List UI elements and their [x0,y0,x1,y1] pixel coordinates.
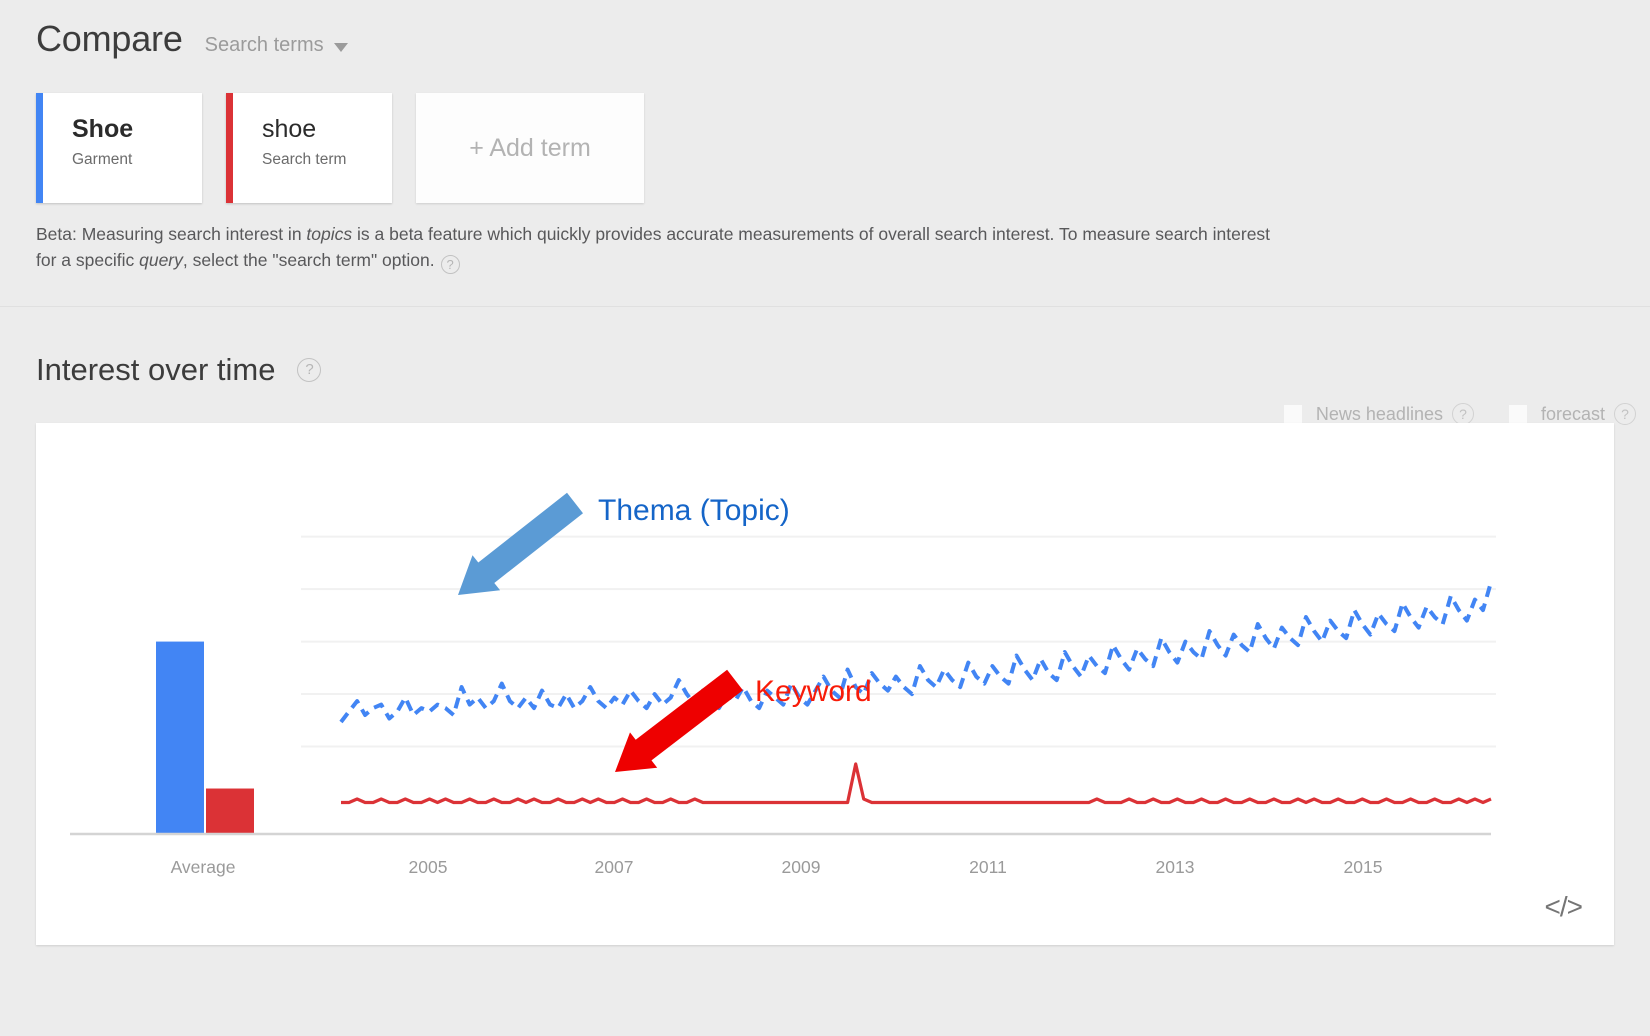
page-title: Compare [36,18,183,60]
help-icon[interactable]: ? [441,255,460,274]
checkbox-box[interactable] [1508,404,1528,424]
terms-row: Shoe Garment shoe Search term + Add term [36,93,644,203]
term-color-stripe-red [226,93,233,203]
term-name: Shoe [72,115,202,144]
x-axis-tick-label: Average [171,857,236,877]
section-title: Interest over time [36,352,275,388]
forecast-checkbox[interactable]: forecast ? [1508,403,1636,425]
section-divider [0,306,1650,307]
forecast-label: forecast [1541,404,1605,425]
x-axis-tick-label: 2009 [782,857,821,877]
term-color-stripe-blue [36,93,43,203]
help-icon[interactable]: ? [1452,403,1474,425]
beta-note-em-query: query [139,250,183,270]
news-headlines-checkbox[interactable]: News headlines ? [1283,403,1474,425]
x-axis-tick-label: 2007 [595,857,634,877]
term-card-search-term[interactable]: shoe Search term [226,93,392,203]
search-terms-dropdown-label: Search terms [205,34,324,57]
chart-controls: News headlines ? forecast ? [1249,403,1636,425]
news-headlines-label: News headlines [1316,404,1443,425]
chevron-down-icon [334,43,348,52]
trends-page: Compare Search terms Shoe Garment shoe S… [0,0,1650,1036]
term-type: Search term [262,151,392,169]
checkbox-box[interactable] [1283,404,1303,424]
x-axis-tick-label: 2015 [1344,857,1383,877]
annotation-keyword-label: Keyword [755,675,872,709]
embed-code-icon[interactable]: </> [1545,891,1582,923]
x-axis-tick-label: 2005 [409,857,448,877]
beta-note: Beta: Measuring search interest in topic… [36,222,1276,274]
interest-over-time-header: Interest over time ? [36,352,321,388]
term-name: shoe [262,115,392,144]
term-type: Garment [72,151,202,169]
x-axis-tick-label: 2013 [1156,857,1195,877]
annotation-topic-label: Thema (Topic) [598,494,790,528]
help-icon[interactable]: ? [297,358,321,382]
compare-header: Compare Search terms [36,18,348,60]
beta-note-em-topics: topics [306,224,352,244]
x-axis-tick-label: 2011 [969,857,1007,877]
term-card-topic[interactable]: Shoe Garment [36,93,202,203]
beta-note-part3: , select the "search term" option. [183,250,435,270]
beta-note-part1: Beta: Measuring search interest in [36,224,306,244]
add-term-button[interactable]: + Add term [416,93,644,203]
help-icon[interactable]: ? [1614,403,1636,425]
search-terms-dropdown[interactable]: Search terms [205,34,348,57]
